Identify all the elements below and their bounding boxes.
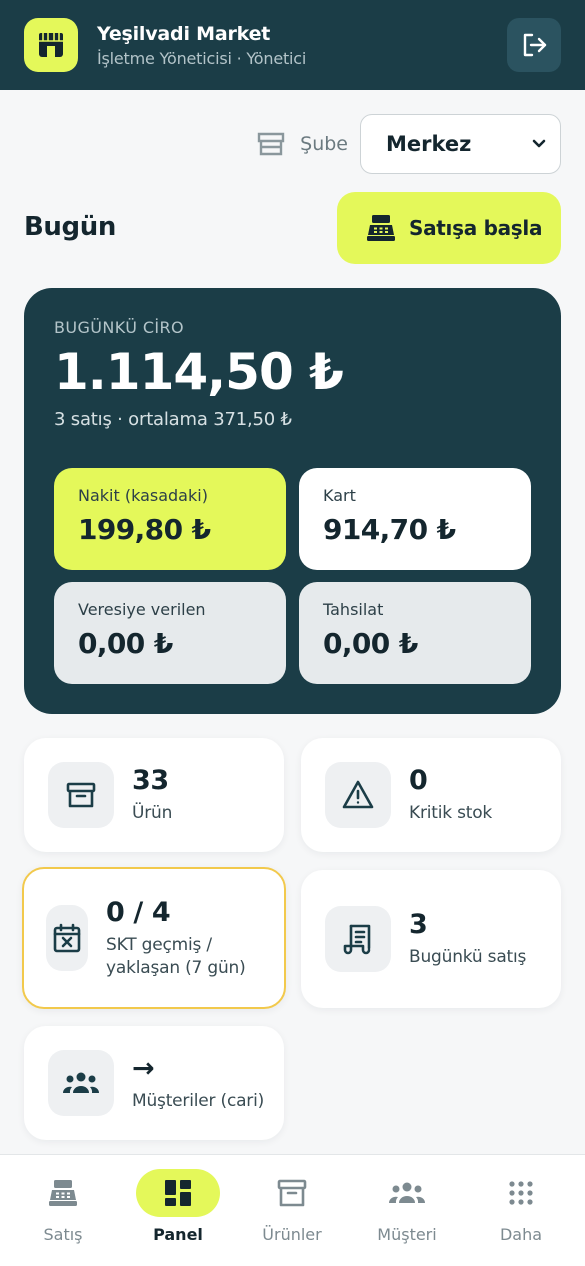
cash-register-icon bbox=[49, 1180, 77, 1206]
stat-label-line1: SKT geçmiş / bbox=[106, 934, 212, 955]
store-outline-icon bbox=[256, 131, 286, 157]
start-sale-button[interactable]: Satışa başla bbox=[337, 192, 561, 264]
collection-tile: Tahsilat 0,00 ₺ bbox=[299, 582, 531, 684]
user-role: İşletme Yöneticisi · Yönetici bbox=[97, 48, 307, 68]
branch-selector-row: Şube Merkez bbox=[256, 114, 561, 174]
tab-label: Daha bbox=[499, 1225, 543, 1244]
products-card[interactable]: 33 Ürün bbox=[24, 738, 284, 852]
users-group-icon bbox=[388, 1182, 426, 1203]
stat-value: → bbox=[132, 1053, 155, 1085]
cash-register-icon bbox=[367, 215, 395, 241]
stat-label: Bugünkü satış bbox=[409, 947, 527, 968]
chevron-down-icon bbox=[532, 139, 546, 148]
stat-value: 0 / 4 bbox=[106, 896, 171, 928]
revenue-label: BUGÜNKÜ CİRO bbox=[54, 318, 185, 337]
archive-box-icon bbox=[277, 1179, 307, 1207]
store-name: Yeşilvadi Market bbox=[97, 22, 271, 45]
customers-card[interactable]: → Müşteriler (cari) bbox=[24, 1026, 284, 1140]
revenue-summary: 3 satış · ortalama 371,50 ₺ bbox=[54, 409, 292, 430]
tab-panel[interactable]: Panel bbox=[128, 1169, 228, 1244]
stat-label-line2: yaklaşan (7 gün) bbox=[106, 957, 246, 978]
page-title: Bugün bbox=[24, 212, 116, 242]
branch-selected-value: Merkez bbox=[386, 132, 472, 156]
dashboard-grid-icon bbox=[165, 1180, 191, 1206]
stat-label: SKT geçmiş / yaklaşan (7 gün) bbox=[106, 934, 246, 980]
dots-grid-icon bbox=[509, 1181, 533, 1205]
credit-given-tile: Veresiye verilen 0,00 ₺ bbox=[54, 582, 286, 684]
tile-label: Nakit (kasadaki) bbox=[78, 486, 208, 505]
cash-tile: Nakit (kasadaki) 199,80 ₺ bbox=[54, 468, 286, 570]
tile-label: Tahsilat bbox=[323, 600, 384, 619]
today-sales-card[interactable]: 3 Bugünkü satış bbox=[301, 870, 561, 1008]
revenue-card: BUGÜNKÜ CİRO 1.114,50 ₺ 3 satış · ortala… bbox=[24, 288, 561, 714]
tile-label: Veresiye verilen bbox=[78, 600, 206, 619]
critical-stock-card[interactable]: 0 Kritik stok bbox=[301, 738, 561, 852]
bottom-tab-bar: Satış Panel Ürünler Müşteri Daha bbox=[0, 1154, 585, 1266]
store-icon bbox=[24, 18, 78, 72]
tile-value: 199,80 ₺ bbox=[78, 513, 211, 546]
tab-label: Satış bbox=[43, 1225, 83, 1244]
users-group-icon bbox=[48, 1050, 114, 1116]
stat-value: 33 bbox=[132, 765, 169, 797]
stat-label: Kritik stok bbox=[409, 803, 493, 824]
tile-value: 0,00 ₺ bbox=[323, 627, 418, 660]
tab-sales[interactable]: Satış bbox=[13, 1169, 113, 1244]
branch-label: Şube bbox=[300, 133, 348, 155]
tab-label: Panel bbox=[153, 1225, 203, 1244]
expiry-card[interactable]: 0 / 4 SKT geçmiş / yaklaşan (7 gün) bbox=[22, 867, 286, 1009]
tab-more[interactable]: Daha bbox=[471, 1169, 571, 1244]
logout-icon bbox=[523, 33, 547, 57]
logout-button[interactable] bbox=[507, 18, 561, 72]
stat-label: Ürün bbox=[132, 803, 173, 824]
tile-value: 914,70 ₺ bbox=[323, 513, 456, 546]
stat-value: 3 bbox=[409, 909, 428, 941]
tab-label: Ürünler bbox=[262, 1225, 322, 1244]
tab-customers[interactable]: Müşteri bbox=[357, 1169, 457, 1244]
stat-value: 0 bbox=[409, 765, 428, 797]
tab-products[interactable]: Ürünler bbox=[242, 1169, 342, 1244]
start-sale-label: Satışa başla bbox=[409, 216, 543, 240]
tile-label: Kart bbox=[323, 486, 356, 505]
calendar-x-icon bbox=[46, 905, 88, 971]
tab-label: Müşteri bbox=[377, 1225, 437, 1244]
card-tile: Kart 914,70 ₺ bbox=[299, 468, 531, 570]
branch-select[interactable]: Merkez bbox=[360, 114, 561, 174]
receipt-icon bbox=[325, 906, 391, 972]
warning-triangle-icon bbox=[325, 762, 391, 828]
archive-box-icon bbox=[48, 762, 114, 828]
revenue-amount: 1.114,50 ₺ bbox=[54, 343, 344, 401]
stat-label: Müşteriler (cari) bbox=[132, 1091, 265, 1112]
app-header: Yeşilvadi Market İşletme Yöneticisi · Yö… bbox=[0, 0, 585, 90]
tile-value: 0,00 ₺ bbox=[78, 627, 173, 660]
